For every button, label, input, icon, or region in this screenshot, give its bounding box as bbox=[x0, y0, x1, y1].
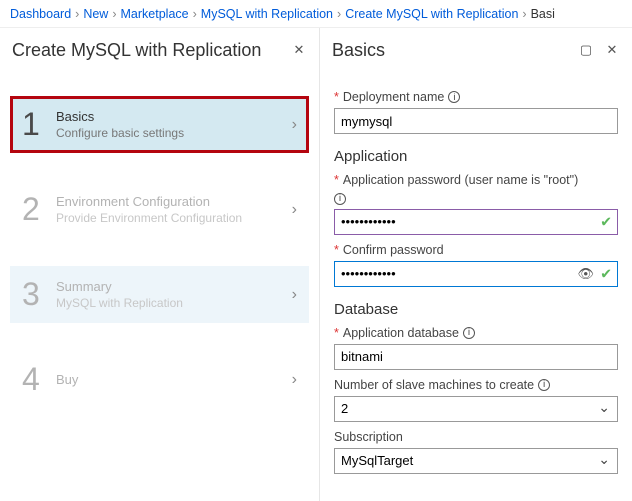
confirm-password-input[interactable] bbox=[334, 261, 618, 287]
bc-dashboard[interactable]: Dashboard bbox=[10, 7, 71, 21]
step-basics[interactable]: 1 Basics Configure basic settings › bbox=[10, 96, 309, 153]
chevron-right-icon: › bbox=[292, 116, 297, 134]
maximize-icon[interactable]: ▢ bbox=[578, 42, 594, 58]
wizard-steps-blade: Create MySQL with Replication ✕ 1 Basics… bbox=[0, 28, 320, 501]
basics-blade: Basics ▢ ✕ *Deployment namei Application… bbox=[320, 28, 632, 501]
slaves-label: Number of slave machines to createi bbox=[334, 378, 618, 392]
step-title: Buy bbox=[56, 372, 292, 387]
step-subtitle: Configure basic settings bbox=[56, 126, 292, 140]
subscription-select[interactable]: MySqlTarget bbox=[334, 448, 618, 474]
database-section: Database bbox=[334, 301, 618, 318]
breadcrumb: Dashboard› New› Marketplace› MySQL with … bbox=[0, 0, 632, 28]
step-title: Environment Configuration bbox=[56, 194, 292, 209]
deployment-name-label: *Deployment namei bbox=[334, 90, 618, 104]
step-number: 4 bbox=[22, 361, 56, 398]
step-title: Basics bbox=[56, 109, 292, 124]
step-number: 3 bbox=[22, 276, 56, 313]
right-blade-title: Basics bbox=[332, 40, 385, 61]
application-section: Application bbox=[334, 148, 618, 165]
step-environment[interactable]: 2 Environment Configuration Provide Envi… bbox=[10, 181, 309, 238]
close-icon[interactable]: ✕ bbox=[291, 42, 307, 58]
info-icon[interactable]: i bbox=[463, 327, 475, 339]
bc-create[interactable]: Create MySQL with Replication bbox=[345, 7, 518, 21]
subscription-label: Subscription bbox=[334, 430, 618, 444]
step-number: 1 bbox=[22, 106, 56, 143]
chevron-right-icon: › bbox=[292, 286, 297, 304]
chevron-right-icon: › bbox=[292, 201, 297, 219]
step-buy[interactable]: 4 Buy › bbox=[10, 351, 309, 408]
app-password-input[interactable] bbox=[334, 209, 618, 235]
step-summary[interactable]: 3 Summary MySQL with Replication › bbox=[10, 266, 309, 323]
info-icon[interactable]: i bbox=[334, 193, 346, 205]
slaves-select[interactable]: 2 bbox=[334, 396, 618, 422]
step-title: Summary bbox=[56, 279, 292, 294]
left-blade-title: Create MySQL with Replication bbox=[12, 40, 261, 61]
chevron-right-icon: › bbox=[292, 371, 297, 389]
info-icon[interactable]: i bbox=[538, 379, 550, 391]
bc-mysql[interactable]: MySQL with Replication bbox=[201, 7, 333, 21]
bc-new[interactable]: New bbox=[83, 7, 108, 21]
step-number: 2 bbox=[22, 191, 56, 228]
step-subtitle: MySQL with Replication bbox=[56, 296, 292, 310]
app-database-input[interactable] bbox=[334, 344, 618, 370]
app-password-label: *Application password (user name is "roo… bbox=[334, 173, 618, 187]
bc-marketplace[interactable]: Marketplace bbox=[121, 7, 189, 21]
confirm-password-label: *Confirm password bbox=[334, 243, 618, 257]
eye-icon[interactable]: 👁 bbox=[577, 266, 594, 282]
close-icon[interactable]: ✕ bbox=[604, 42, 620, 58]
app-database-label: *Application databasei bbox=[334, 326, 618, 340]
info-icon[interactable]: i bbox=[448, 91, 460, 103]
deployment-name-input[interactable] bbox=[334, 108, 618, 134]
bc-current: Basi bbox=[531, 7, 555, 21]
step-subtitle: Provide Environment Configuration bbox=[56, 211, 292, 225]
